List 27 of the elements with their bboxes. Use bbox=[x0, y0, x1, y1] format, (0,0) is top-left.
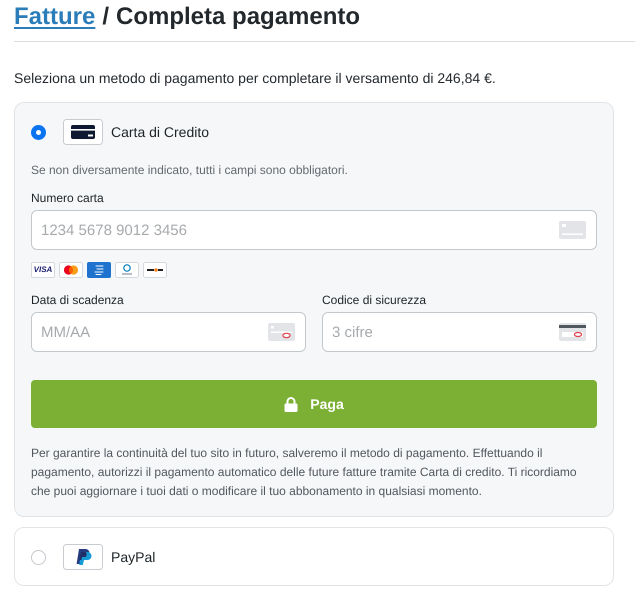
card-brand-icon bbox=[143, 262, 167, 278]
card-brand-icon bbox=[115, 262, 139, 278]
field-label: Codice di sicurezza bbox=[322, 292, 428, 308]
card-brand-icon bbox=[87, 262, 111, 278]
breadcrumb-link[interactable]: Fatture bbox=[14, 2, 96, 32]
payment-method-label[interactable]: PayPal bbox=[111, 549, 156, 565]
field-label: Data di scadenza bbox=[31, 292, 125, 308]
card-brand-icon bbox=[59, 262, 83, 278]
credit-card-icon bbox=[63, 119, 103, 145]
radio-button[interactable] bbox=[31, 550, 46, 564]
card-front-icon bbox=[268, 323, 295, 341]
card-back-icon bbox=[559, 323, 586, 341]
card-number-field[interactable]: 1234 5678 9012 3456 bbox=[31, 210, 597, 250]
page-title: Completa pagamento bbox=[116, 2, 360, 32]
field-label: Numero carta bbox=[31, 190, 105, 206]
instruction-text: Seleziona un metodo di pagamento per completare il versamento di 246,84 €. bbox=[14, 69, 497, 88]
notice-text: Per garantire la continuità del tuo sito in futuro, salveremo il metodo di pagamento. Effettuando il pagamento, autorizzi il pagamento automatico delle future fatture tramite Carta di credito. Ti ricordiamo che puoi aggiornare i tuoi dati o modificare il tuo abbonamento in qualsiasi momento. bbox=[31, 445, 578, 500]
lock-icon bbox=[284, 396, 298, 412]
security-code-field[interactable]: 3 cifre bbox=[322, 312, 597, 352]
expiry-date-field[interactable]: MM/AA bbox=[31, 312, 306, 352]
radio-button[interactable] bbox=[31, 124, 46, 140]
card-icon bbox=[559, 221, 586, 239]
card-brand-logo: VISA bbox=[31, 262, 55, 278]
paypal-icon bbox=[63, 544, 103, 570]
required-fields-note: Se non diversamente indicato, tutti i campi sono obbligatori. bbox=[31, 162, 349, 178]
breadcrumb-separator: / bbox=[102, 2, 110, 32]
payment-method-label[interactable]: Carta di Credito bbox=[111, 124, 210, 140]
